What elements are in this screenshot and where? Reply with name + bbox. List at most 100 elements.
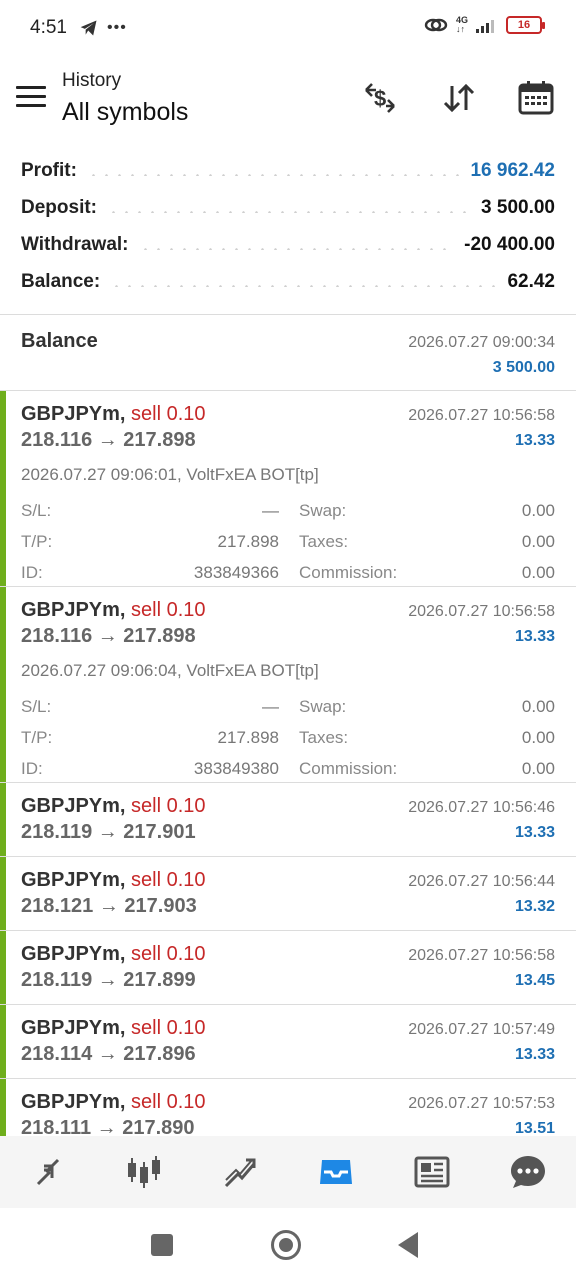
deal-side: sell 0.10 — [131, 943, 206, 965]
deal-item[interactable]: GBPJPYm, sell 0.10 218.119 → 217.901 202… — [0, 783, 576, 857]
summary-withdrawal-row: Withdrawal: -20 400.00 — [0, 226, 576, 263]
summary-balance-row: Balance: 62.42 — [0, 263, 576, 300]
deal-item[interactable]: GBPJPYm, sell 0.10 218.116 → 217.898 202… — [0, 587, 576, 783]
status-bar: 4:51 ••• 4G ↓↑ 16 — [0, 0, 576, 56]
deal-side: sell 0.10 — [131, 1091, 206, 1113]
summary-label: Deposit: — [21, 196, 103, 219]
deals-list[interactable]: GBPJPYm, sell 0.10 218.116 → 217.898 202… — [0, 391, 576, 1136]
app-bar: History All symbols $ — [0, 56, 576, 144]
deal-time: 2026.07.27 10:57:49 — [408, 1021, 555, 1038]
deal-symbol: GBPJPYm, sell 0.10 — [21, 1017, 206, 1039]
page-subtitle: History — [62, 70, 122, 91]
deal-symbol: GBPJPYm, sell 0.10 — [21, 795, 206, 817]
balance-entry[interactable]: Balance 2026.07.27 09:00:34 3 500.00 — [0, 316, 576, 390]
deal-time: 2026.07.27 10:57:53 — [408, 1095, 555, 1112]
deal-prices: 218.121 → 217.903 — [21, 895, 197, 917]
deal-open-info: 2026.07.27 09:06:01, VoltFxEA BOT[tp] — [21, 465, 319, 484]
summary-value: 16 962.42 — [470, 159, 555, 181]
deal-time: 2026.07.27 10:56:58 — [408, 407, 555, 424]
summary-label: Withdrawal: — [21, 233, 135, 256]
dot-leader — [138, 247, 455, 250]
deal-side: sell 0.10 — [131, 403, 206, 425]
telegram-icon — [80, 20, 97, 36]
deal-prices: 218.116 → 217.898 — [21, 625, 196, 647]
nav-quotes[interactable] — [0, 1136, 96, 1208]
news-icon — [414, 1156, 450, 1188]
nav-messages[interactable] — [480, 1136, 576, 1208]
battery-icon: 16 — [506, 16, 545, 34]
deal-prices: 218.114 → 217.896 — [21, 1043, 196, 1065]
svg-text:$: $ — [374, 86, 386, 111]
link-icon — [424, 18, 448, 32]
nav-trade[interactable] — [192, 1136, 288, 1208]
summary-label: Balance: — [21, 270, 107, 293]
home-button[interactable] — [271, 1230, 301, 1260]
trade-icon — [224, 1158, 256, 1188]
nav-news[interactable] — [384, 1136, 480, 1208]
page-title[interactable]: All symbols — [62, 98, 188, 127]
deal-item[interactable]: GBPJPYm, sell 0.10 218.111 → 217.890 202… — [0, 1079, 576, 1136]
more-notifications-icon: ••• — [106, 19, 127, 36]
history-icon — [320, 1160, 352, 1184]
deal-profit: 13.32 — [514, 898, 555, 915]
position-marker — [0, 1079, 6, 1136]
deal-details: S/L: — Swap: 0.00 T/P: 217.898 Taxes: 0.00 ID:… — [21, 500, 555, 582]
deal-item[interactable]: GBPJPYm, sell 0.10 218.116 → 217.898 202… — [0, 391, 576, 587]
deal-side: sell 0.10 — [131, 1017, 206, 1039]
deal-symbol: GBPJPYm, sell 0.10 — [21, 869, 206, 891]
messages-icon — [511, 1156, 545, 1188]
network-indicator: 4G ↓↑ — [455, 15, 468, 34]
quotes-icon — [36, 1158, 60, 1186]
calendar-icon[interactable] — [516, 78, 556, 118]
status-time: 4:51 — [30, 17, 67, 38]
deal-profit: 13.33 — [514, 628, 555, 645]
deal-details: S/L: — Swap: 0.00 T/P: 217.898 Taxes: 0.00 ID:… — [21, 696, 555, 778]
deal-profit: 13.33 — [514, 824, 555, 841]
deal-prices: 218.119 → 217.899 — [21, 969, 196, 991]
dot-leader — [86, 173, 461, 176]
deal-item[interactable]: GBPJPYm, sell 0.10 218.119 → 217.899 202… — [0, 931, 576, 1005]
deal-symbol: GBPJPYm, sell 0.10 — [21, 599, 206, 621]
deal-profit: 13.33 — [514, 432, 555, 449]
deal-side: sell 0.10 — [131, 599, 206, 621]
back-button[interactable] — [398, 1232, 418, 1258]
deal-prices: 218.111 → 217.890 — [21, 1117, 195, 1136]
deal-item[interactable]: GBPJPYm, sell 0.10 218.121 → 217.903 202… — [0, 857, 576, 931]
summary-panel: Profit: 16 962.42 Deposit: 3 500.00 With… — [0, 152, 576, 300]
nav-chart[interactable] — [96, 1136, 192, 1208]
deal-time: 2026.07.27 10:56:58 — [408, 947, 555, 964]
recent-apps-button[interactable] — [151, 1234, 173, 1256]
position-marker — [0, 931, 6, 1004]
deal-open-info: 2026.07.27 09:06:04, VoltFxEA BOT[tp] — [21, 661, 319, 680]
chart-icon — [128, 1156, 160, 1188]
deal-time: 2026.07.27 10:56:46 — [408, 799, 555, 816]
position-marker — [0, 1005, 6, 1078]
menu-icon[interactable] — [16, 86, 46, 108]
summary-value: 3 500.00 — [481, 196, 555, 218]
deal-side: sell 0.10 — [131, 869, 206, 891]
position-marker — [0, 783, 6, 856]
balance-label: Balance — [21, 330, 98, 352]
balance-date: 2026.07.27 09:00:34 — [408, 334, 555, 351]
divider — [0, 314, 576, 315]
position-marker — [0, 391, 6, 586]
deal-prices: 218.116 → 217.898 — [21, 429, 196, 451]
deal-profit: 13.45 — [514, 972, 555, 989]
nav-history[interactable] — [288, 1136, 384, 1208]
dot-leader — [110, 284, 498, 287]
signal-icon — [476, 20, 494, 33]
deal-profit: 13.51 — [514, 1120, 555, 1136]
summary-profit-row: Profit: 16 962.42 — [0, 152, 576, 189]
position-marker — [0, 857, 6, 930]
summary-deposit-row: Deposit: 3 500.00 — [0, 189, 576, 226]
deal-item[interactable]: GBPJPYm, sell 0.10 218.114 → 217.896 202… — [0, 1005, 576, 1079]
deal-symbol: GBPJPYm, sell 0.10 — [21, 943, 206, 965]
system-navigation-bar — [0, 1208, 576, 1280]
sort-icon[interactable] — [439, 78, 479, 118]
summary-value: -20 400.00 — [464, 233, 555, 255]
currency-exchange-icon[interactable]: $ — [360, 78, 400, 118]
deal-symbol: GBPJPYm, sell 0.10 — [21, 1091, 206, 1113]
deal-profit: 13.33 — [514, 1046, 555, 1063]
deal-time: 2026.07.27 10:56:44 — [408, 873, 555, 890]
balance-amount: 3 500.00 — [492, 359, 555, 376]
